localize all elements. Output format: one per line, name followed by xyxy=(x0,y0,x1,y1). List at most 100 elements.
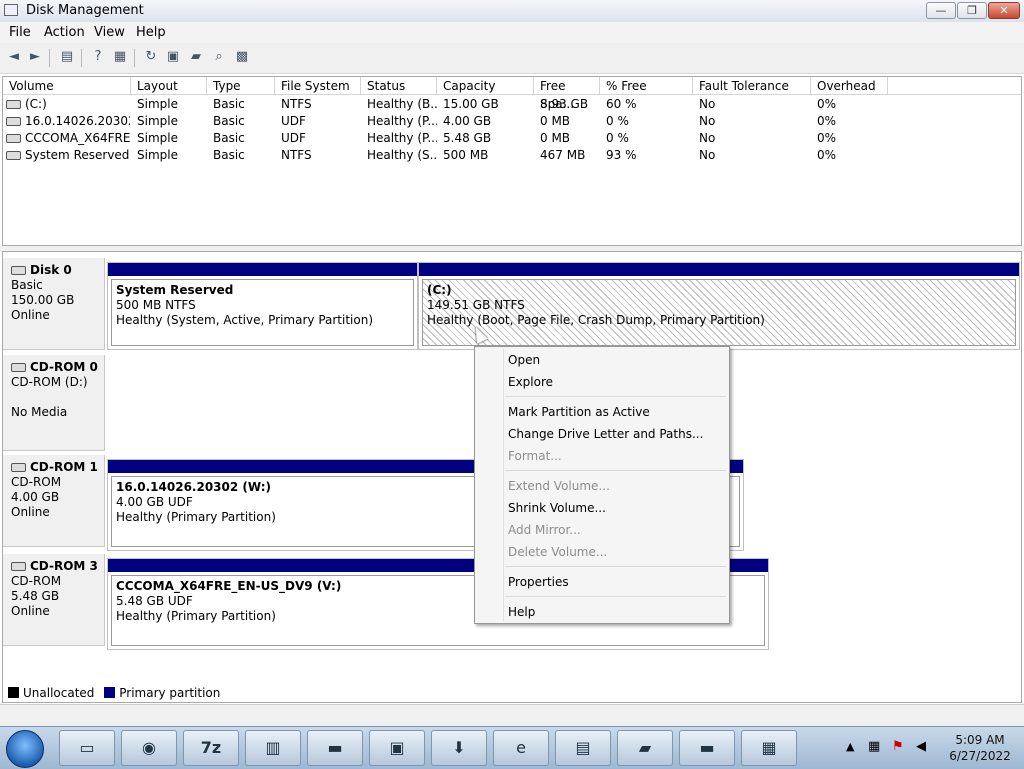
column-header-file-system[interactable]: File System xyxy=(275,77,361,95)
disk-type: Basic xyxy=(11,278,43,292)
forward-icon[interactable]: ► xyxy=(27,49,43,65)
table-row[interactable]: System Reserved xyxy=(6,147,130,163)
clock-date: 6/27/2022 xyxy=(949,749,1011,763)
menu-item-properties[interactable]: Properties xyxy=(508,574,569,590)
table-row[interactable]: (C:) xyxy=(6,96,130,112)
column-header-overhead[interactable]: Overhead xyxy=(811,77,888,95)
show-hide-tree-icon[interactable]: ▤ xyxy=(59,49,75,65)
minimize-button[interactable]: — xyxy=(926,2,956,19)
disk-info-cdrom-3[interactable]: CD-ROM 3 CD-ROM 5.48 GB Online xyxy=(3,554,105,646)
back-icon[interactable]: ◄ xyxy=(6,49,22,65)
disk-size: 150.00 GB xyxy=(11,293,75,307)
table-row[interactable]: 16.0.14026.20302 (... xyxy=(6,113,130,129)
settings-icon[interactable]: ▩ xyxy=(234,49,250,65)
column-header-capacity[interactable]: Capacity xyxy=(437,77,534,95)
title-bar: Disk Management — ❐ ✕ xyxy=(0,0,1024,23)
menu-item-mark-active[interactable]: Mark Partition as Active xyxy=(508,404,650,420)
column-header-volume[interactable]: Volume xyxy=(3,77,131,95)
disk-row-disk-0: Disk 0 Basic 150.00 GB Online System Res… xyxy=(3,258,1021,350)
menu-view[interactable]: View xyxy=(94,25,125,40)
partition-system-reserved[interactable]: System Reserved 500 MB NTFS Healthy (Sys… xyxy=(107,262,418,350)
percent-free-cell: 0 % xyxy=(606,131,629,145)
column-header-layout[interactable]: Layout xyxy=(131,77,207,95)
rescan-disks-icon[interactable]: ▣ xyxy=(165,49,181,65)
disk-status: No Media xyxy=(11,405,68,419)
disk-utility-icon[interactable]: ◉ xyxy=(121,730,177,766)
remote-desktop-icon[interactable]: ▣ xyxy=(369,730,425,766)
menu-action[interactable]: Action xyxy=(44,25,85,40)
menu-item-change-drive-letter[interactable]: Change Drive Letter and Paths... xyxy=(508,426,703,442)
partition-c-drive[interactable]: (C:) 149.51 GB NTFS Healthy (Boot, Page … xyxy=(418,262,1020,350)
disk-info-cdrom-1[interactable]: CD-ROM 1 CD-ROM 4.00 GB Online xyxy=(3,455,105,547)
menu-item-shrink-volume[interactable]: Shrink Volume... xyxy=(508,500,606,516)
capacity-cell: 500 MB xyxy=(443,148,489,162)
cd-drive-icon xyxy=(11,363,26,372)
file-system-cell: NTFS xyxy=(281,97,312,111)
disk-info-cdrom-0[interactable]: CD-ROM 0 CD-ROM (D:) No Media xyxy=(3,355,105,451)
menu-item-explore[interactable]: Explore xyxy=(508,374,553,390)
toolbox-icon[interactable]: ▰ xyxy=(617,730,673,766)
toolbar: ◄ ► ▤ ? ▦ ↻ ▣ ▰ ⌕ ▩ xyxy=(0,43,1024,74)
menu-item-help[interactable]: Help xyxy=(508,604,535,620)
drive-icon xyxy=(6,100,21,109)
partition-status: Healthy (Boot, Page File, Crash Dump, Pr… xyxy=(427,313,765,327)
disk-name: CD-ROM 1 xyxy=(30,460,98,474)
volume-icon[interactable]: ◀ xyxy=(916,739,926,754)
column-header-free-space[interactable]: Free Spa... xyxy=(534,77,600,111)
download-icon[interactable]: ⬇ xyxy=(431,730,487,766)
primary-partition-bar xyxy=(419,263,1019,276)
table-row[interactable]: CCCOMA_X64FRE... xyxy=(6,130,130,146)
properties-icon[interactable]: ▦ xyxy=(112,49,128,65)
disk-info-disk-0[interactable]: Disk 0 Basic 150.00 GB Online xyxy=(3,258,105,350)
volume-name: CCCOMA_X64FRE... xyxy=(25,131,130,145)
status-bar xyxy=(0,704,1024,727)
action-center-icon[interactable]: ⚑ xyxy=(892,739,904,754)
disk-type: CD-ROM xyxy=(11,475,62,489)
legend: Unallocated Primary partition xyxy=(2,684,1022,702)
hard-disk-icon xyxy=(11,266,26,275)
setup-icon[interactable]: ▥ xyxy=(245,730,301,766)
explorer-icon[interactable]: ▭ xyxy=(59,730,115,766)
capacity-cell: 15.00 GB xyxy=(443,97,499,111)
maximize-button[interactable]: ❐ xyxy=(957,2,987,19)
column-header-status[interactable]: Status xyxy=(361,77,437,95)
network-icon[interactable]: ▦ xyxy=(868,739,880,754)
context-menu: Open Explore Mark Partition as Active Ch… xyxy=(474,346,730,624)
open-icon[interactable]: ▰ xyxy=(188,49,204,65)
clock[interactable]: 5:09 AM 6/27/2022 xyxy=(940,732,1020,764)
menu-item-extend-volume: Extend Volume... xyxy=(508,479,610,493)
command-prompt-icon[interactable]: ▬ xyxy=(679,730,735,766)
menu-help[interactable]: Help xyxy=(136,25,166,40)
volume-name: 16.0.14026.20302 (... xyxy=(25,114,130,128)
type-cell: Basic xyxy=(213,114,245,128)
internet-explorer-icon[interactable]: e xyxy=(493,730,549,766)
partition-size: 149.51 GB NTFS xyxy=(427,298,525,312)
refresh-icon[interactable]: ↻ xyxy=(143,49,159,65)
help-icon[interactable]: ? xyxy=(90,49,106,65)
7zip-icon[interactable]: 7z xyxy=(183,730,239,766)
column-header-percent-free[interactable]: % Free xyxy=(600,77,693,95)
capacity-cell: 4.00 GB xyxy=(443,114,492,128)
menu-item-open[interactable]: Open xyxy=(508,352,540,368)
unallocated-swatch xyxy=(8,687,19,698)
fault-tolerance-cell: No xyxy=(699,131,716,145)
close-button[interactable]: ✕ xyxy=(988,2,1020,19)
free-space-cell: 0 MB xyxy=(540,114,571,128)
drive-icon[interactable]: ▦ xyxy=(741,730,797,766)
column-header-type[interactable]: Type xyxy=(207,77,275,95)
percent-free-cell: 60 % xyxy=(606,97,637,111)
primary-partition-bar xyxy=(108,263,417,276)
disk-name: Disk 0 xyxy=(30,263,72,277)
menu-file[interactable]: File xyxy=(9,25,31,40)
disk-name: CD-ROM 0 xyxy=(30,360,98,374)
column-header-fault-tolerance[interactable]: Fault Tolerance xyxy=(693,77,811,95)
system-tray: ▲ ▦ ⚑ ◀ 5:09 AM 6/27/2022 xyxy=(840,727,1024,769)
disk-management-icon[interactable]: ▤ xyxy=(555,730,611,766)
partition-title: (C:) xyxy=(427,283,452,297)
percent-free-cell: 0 % xyxy=(606,114,629,128)
layout-cell: Simple xyxy=(137,148,178,162)
start-button[interactable] xyxy=(6,730,44,768)
show-hidden-icons-icon[interactable]: ▲ xyxy=(846,740,854,753)
command-prompt-icon[interactable]: ▬ xyxy=(307,730,363,766)
explore-icon[interactable]: ⌕ xyxy=(211,49,227,65)
